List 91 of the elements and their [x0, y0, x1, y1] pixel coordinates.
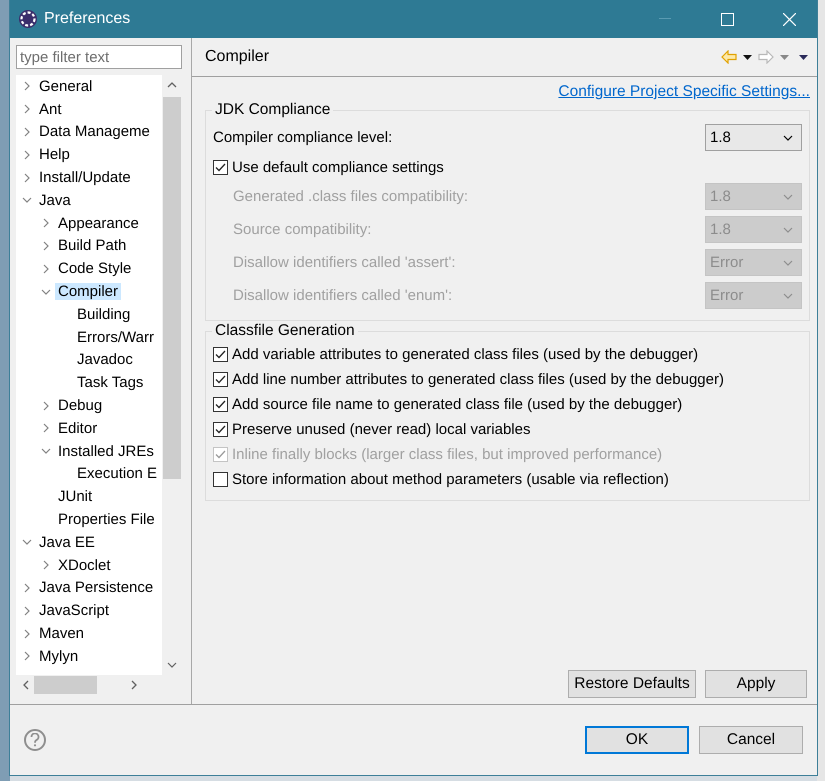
dropdown[interactable]: 1.8 [705, 124, 802, 151]
tree-item[interactable]: Java [36, 192, 74, 209]
chevron-right-icon[interactable] [22, 582, 32, 593]
chevron-down-icon [783, 292, 793, 298]
tree-item[interactable]: Java Persistence [36, 579, 156, 596]
tree-item[interactable]: Appearance [55, 214, 142, 232]
chevron-right-icon[interactable] [41, 423, 51, 434]
gear-icon [18, 9, 38, 29]
tree-item[interactable]: Install/Update [36, 169, 134, 186]
checkbox[interactable] [213, 422, 228, 437]
chevron-down-icon[interactable] [22, 537, 32, 548]
field-label: Disallow identifiers called 'enum': [232, 287, 452, 304]
tree-item[interactable]: Properties File [55, 511, 158, 528]
checkbox-label: Use default compliance settings [232, 158, 444, 176]
window-title: Preferences [44, 10, 132, 28]
checkbox-label: Inline finally blocks (larger class files, but improved performance) [232, 446, 662, 463]
tree-item[interactable]: Editor [55, 420, 100, 437]
tree-item[interactable]: Task Tags [74, 374, 146, 392]
chevron-right-icon[interactable] [22, 606, 32, 616]
checkbox-label: Add variable attributes to generated class files (used by the debugger) [232, 346, 698, 363]
forward-button[interactable] [758, 50, 774, 64]
chevron-right-icon[interactable] [41, 264, 51, 274]
chevron-right-icon[interactable] [22, 150, 32, 160]
checkbox-label: Add source file name to generated class file (used by the debugger) [232, 396, 682, 413]
view-menu-button[interactable] [799, 54, 808, 60]
chevron-right-icon[interactable] [41, 218, 51, 228]
tree-item[interactable]: Java EE [36, 534, 98, 551]
tree-item[interactable]: JUnit [55, 488, 96, 506]
checkbox[interactable] [213, 372, 228, 387]
close-icon [782, 12, 796, 26]
group-title: JDK Compliance [212, 101, 334, 119]
chevron-down-icon [783, 226, 793, 232]
tree-item[interactable]: Build Path [55, 237, 130, 254]
tree-item[interactable]: Help [36, 146, 73, 164]
help-icon[interactable] [24, 729, 46, 751]
checkbox[interactable] [213, 397, 228, 412]
chevron-right-icon[interactable] [22, 81, 32, 92]
tree-item[interactable]: Mylyn [36, 648, 82, 665]
page-title: Compiler [205, 48, 270, 66]
checkbox[interactable] [213, 347, 228, 362]
apply-button[interactable]: Apply [705, 670, 807, 698]
chevron-down-icon [783, 260, 793, 266]
checkbox-label: Preserve unused (never read) local variables [232, 421, 530, 438]
chevron-right-icon[interactable] [22, 172, 32, 183]
tree-item[interactable]: Code Style [55, 260, 134, 278]
maximize-icon [720, 12, 734, 26]
filter-field[interactable]: type filter text [16, 45, 182, 69]
configure-link[interactable]: Configure Project Specific Settings... [558, 83, 810, 101]
cancel-button[interactable]: Cancel [699, 726, 803, 754]
checkbox[interactable] [213, 472, 228, 487]
tree-item[interactable]: Execution E [74, 465, 160, 482]
chevron-right-icon[interactable] [22, 651, 32, 662]
tree-item[interactable]: Compiler [55, 283, 122, 300]
chevron-right-icon[interactable] [41, 240, 51, 251]
tree-item[interactable]: Errors/Warr [74, 328, 157, 346]
chevron-right-icon[interactable] [22, 628, 32, 639]
checkbox-label: Store information about method parameters (usable via reflection) [232, 471, 669, 488]
tree-item[interactable]: Data Manageme [36, 123, 153, 140]
tree-item[interactable]: Building [74, 306, 134, 323]
tree-item[interactable]: JavaScript [36, 602, 112, 620]
checkbox-label: Add line number attributes to generated class files (used by the debugger) [232, 371, 724, 388]
chevron-up-icon [167, 82, 177, 88]
tree-item[interactable]: Maven [36, 625, 88, 642]
chevron-right-icon[interactable] [41, 400, 51, 411]
tree-item[interactable]: Ant [36, 100, 65, 118]
dropdown-button[interactable] [743, 54, 752, 60]
field-label: Compiler compliance level: [213, 129, 392, 146]
chevron-down-icon[interactable] [41, 286, 51, 297]
chevron-down-icon[interactable] [41, 446, 51, 456]
tree-item[interactable]: Debug [55, 397, 106, 414]
chevron-left-icon [22, 680, 30, 690]
tree-item[interactable]: General [36, 78, 96, 95]
chevron-down-icon [783, 194, 793, 200]
restore-defaults-button[interactable]: Restore Defaults [568, 670, 696, 698]
field-label: Generated .class files compatibility: [232, 188, 468, 205]
chevron-down-icon[interactable] [22, 195, 32, 206]
chevron-right-icon[interactable] [41, 560, 51, 570]
chevron-down-icon [167, 662, 177, 668]
chevron-right-icon[interactable] [22, 104, 32, 114]
field-label: Source compatibility: [232, 221, 372, 238]
tree-item[interactable]: Javadoc [74, 351, 136, 368]
back-button[interactable] [721, 50, 737, 64]
checkbox[interactable] [213, 160, 228, 174]
chevron-down-icon [783, 134, 793, 140]
tree-item[interactable]: Installed JREs [55, 442, 157, 460]
chevron-right-icon [130, 680, 138, 690]
tree-item[interactable]: XDoclet [55, 556, 114, 574]
field-label: Disallow identifiers called 'assert': [232, 254, 456, 271]
chevron-right-icon[interactable] [22, 126, 32, 137]
ok-button[interactable]: OK [585, 726, 689, 754]
minimize-icon [659, 18, 671, 20]
